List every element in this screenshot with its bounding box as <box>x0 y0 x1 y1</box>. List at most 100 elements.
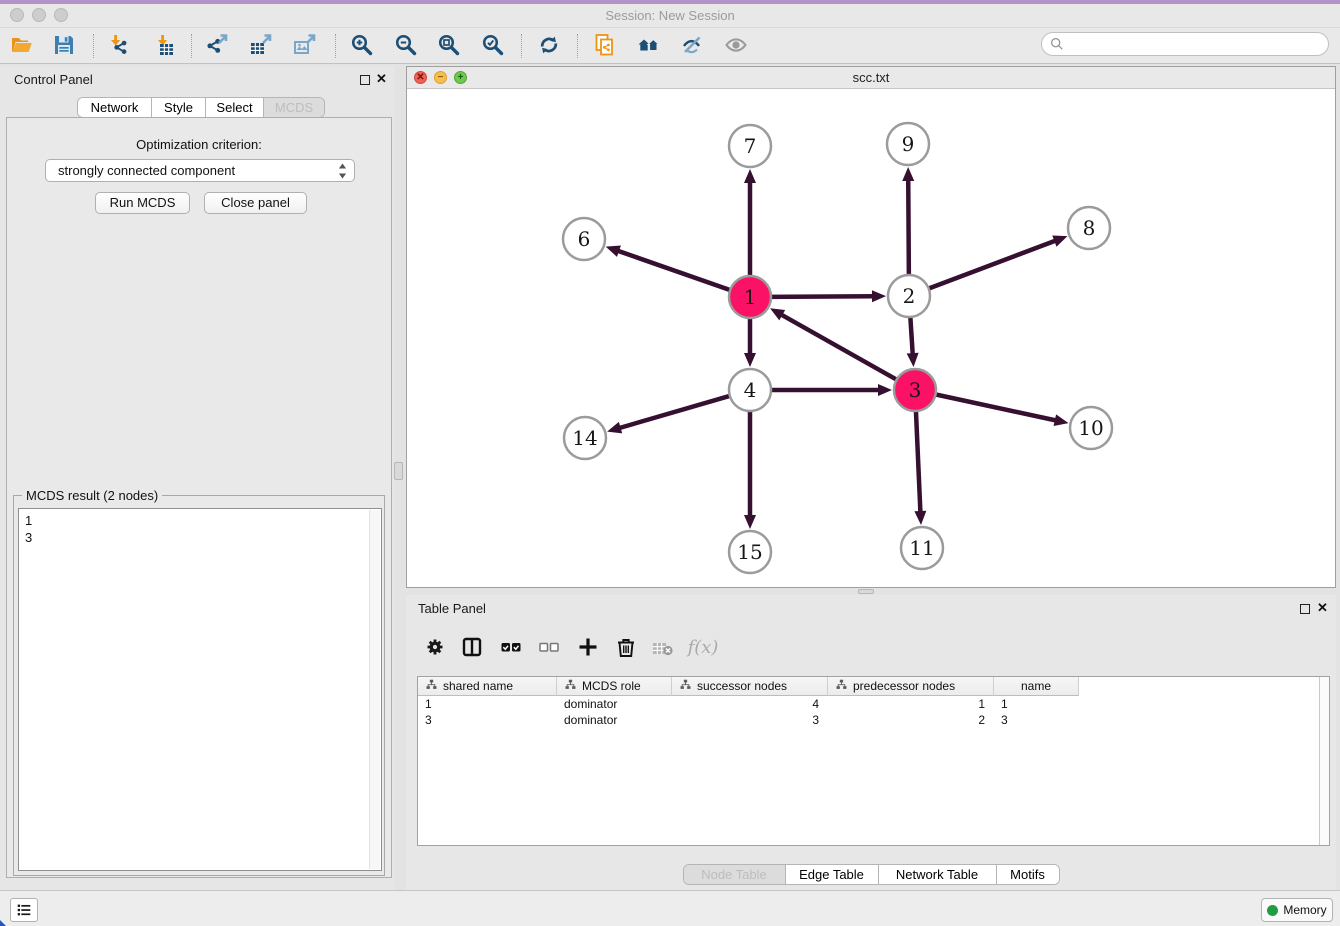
task-list-button[interactable] <box>10 898 38 922</box>
formula-button[interactable]: f(x) <box>690 634 716 660</box>
tab-mcds[interactable]: MCDS <box>264 98 324 117</box>
graph-edge-4-3[interactable] <box>769 384 892 396</box>
import-network-button[interactable] <box>105 32 131 58</box>
network-title: scc.txt <box>407 70 1335 85</box>
memory-status-icon <box>1267 905 1278 916</box>
criterion-value: strongly connected component <box>58 163 235 178</box>
close-table-panel-icon[interactable]: ✕ <box>1317 600 1328 616</box>
network-graph[interactable]: 7968124314101511 <box>407 89 1335 587</box>
homes-icon <box>637 33 661 57</box>
cell: 4 <box>672 696 828 712</box>
run-mcds-button[interactable]: Run MCDS <box>95 192 190 214</box>
tab-edge-table[interactable]: Edge Table <box>786 865 879 884</box>
graph-node-label: 6 <box>578 227 591 251</box>
zoom-in-icon <box>350 33 374 57</box>
graph-node-label: 7 <box>744 134 757 158</box>
cell: 2 <box>828 712 994 728</box>
float-panel-icon[interactable] <box>360 75 370 85</box>
result-scrollbar[interactable] <box>369 510 380 869</box>
zoom-fit-button[interactable] <box>436 32 462 58</box>
tab-motifs[interactable]: Motifs <box>997 865 1059 884</box>
memory-button[interactable]: Memory <box>1261 898 1333 922</box>
float-table-panel-icon[interactable] <box>1300 604 1310 614</box>
deselect-all-button[interactable] <box>536 634 562 660</box>
mcds-tab-content: Optimization criterion: strongly connect… <box>6 117 392 878</box>
column-header-MCDS-role[interactable]: MCDS role <box>557 677 672 696</box>
import-table-icon <box>153 33 177 57</box>
refresh-button[interactable] <box>536 32 562 58</box>
export-image-button[interactable] <box>292 32 318 58</box>
add-button[interactable] <box>575 634 601 660</box>
gear-button[interactable] <box>422 634 448 660</box>
import-table-button[interactable] <box>152 32 178 58</box>
export-table-button[interactable] <box>248 32 274 58</box>
network-window-titlebar[interactable]: ✕ − + scc.txt <box>407 67 1335 89</box>
add-icon <box>576 635 600 659</box>
dropdown-stepper-icon <box>337 162 348 180</box>
mcds-result-area[interactable]: 1 3 <box>18 508 382 871</box>
graph-edge-1-7[interactable] <box>744 169 756 278</box>
horizontal-splitter-handle[interactable] <box>858 589 874 594</box>
eye-slash-button[interactable] <box>679 32 705 58</box>
graph-node-label: 14 <box>572 426 597 450</box>
main-toolbar <box>0 28 1340 64</box>
graph-edge-3-1[interactable] <box>770 308 898 380</box>
tab-node-table[interactable]: Node Table <box>684 865 786 884</box>
graph-edge-1-4[interactable] <box>744 316 756 367</box>
zoom-check-button[interactable] <box>480 32 506 58</box>
criterion-dropdown[interactable]: strongly connected component <box>45 159 355 182</box>
search-box[interactable] <box>1041 32 1329 56</box>
delete-table-button[interactable] <box>650 634 676 660</box>
deselect-all-icon <box>537 635 561 659</box>
export-network-button[interactable] <box>204 32 230 58</box>
search-input[interactable] <box>1069 37 1328 52</box>
tab-network-table[interactable]: Network Table <box>879 865 997 884</box>
graph-edge-2-3[interactable] <box>907 315 919 367</box>
graph-edge-2-8[interactable] <box>927 235 1068 289</box>
homes-button[interactable] <box>636 32 662 58</box>
zoom-out-button[interactable] <box>393 32 419 58</box>
cell: dominator <box>557 712 672 728</box>
column-header-predecessor-nodes[interactable]: predecessor nodes <box>828 677 994 696</box>
column-header-name[interactable]: name <box>994 677 1079 696</box>
graph-edge-1-6[interactable] <box>606 246 732 291</box>
tab-select[interactable]: Select <box>206 98 264 117</box>
close-panel-icon[interactable]: ✕ <box>376 71 387 87</box>
close-panel-button[interactable]: Close panel <box>204 192 307 214</box>
table-row[interactable]: 1dominator411 <box>418 696 1329 712</box>
corner-artifact <box>0 920 6 926</box>
graph-edge-4-15[interactable] <box>744 409 756 529</box>
graph-edge-3-11[interactable] <box>914 409 926 525</box>
zoom-out-icon <box>394 33 418 57</box>
cell: dominator <box>557 696 672 712</box>
select-all-button[interactable] <box>498 634 524 660</box>
graph-edge-3-10[interactable] <box>934 394 1069 426</box>
table-scrollbar[interactable] <box>1319 677 1329 845</box>
zoom-check-icon <box>481 33 505 57</box>
column-header-successor-nodes[interactable]: successor nodes <box>672 677 828 696</box>
refresh-icon <box>537 33 561 57</box>
clone-network-button[interactable] <box>592 32 618 58</box>
node-table: shared nameMCDS rolesuccessor nodesprede… <box>417 676 1330 846</box>
trash-button[interactable] <box>613 634 639 660</box>
graph-node-label: 8 <box>1083 216 1096 240</box>
graph-edge-1-2[interactable] <box>769 290 886 302</box>
search-icon <box>1050 37 1064 51</box>
table-row[interactable]: 3dominator323 <box>418 712 1329 728</box>
zoom-in-button[interactable] <box>349 32 375 58</box>
graph-edge-4-14[interactable] <box>607 395 732 433</box>
toolbar-separator <box>93 34 94 58</box>
vertical-splitter-handle[interactable] <box>394 462 403 480</box>
tab-style[interactable]: Style <box>152 98 206 117</box>
window-title: Session: New Session <box>0 8 1340 23</box>
zoom-fit-icon <box>437 33 461 57</box>
mcds-result-text: 1 3 <box>19 509 369 870</box>
split-columns-button[interactable] <box>459 634 485 660</box>
save-button[interactable] <box>51 32 77 58</box>
eye-button[interactable] <box>723 32 749 58</box>
open-folder-button[interactable] <box>9 32 35 58</box>
graph-edge-2-9[interactable] <box>902 167 914 277</box>
cell: 1 <box>994 696 1079 712</box>
tab-network[interactable]: Network <box>78 98 152 117</box>
column-header-shared-name[interactable]: shared name <box>418 677 557 696</box>
